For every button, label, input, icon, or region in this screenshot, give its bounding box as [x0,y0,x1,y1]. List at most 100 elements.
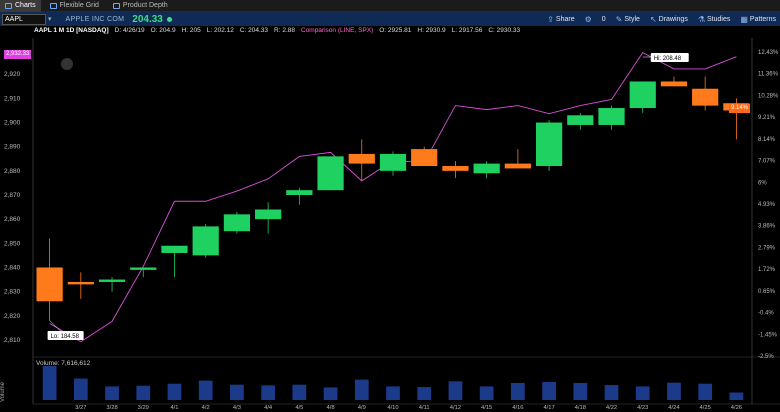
style-label: Style [624,15,640,23]
zero-button[interactable]: 0 [602,16,606,23]
info-comparison: Comparison (LINE, SPX) [301,27,374,34]
volume-bar [667,382,681,400]
x-axis-tick: 4/10 [387,405,398,411]
tab-charts[interactable]: Charts [0,0,41,12]
share-button[interactable]: ⇪ Share [547,15,574,24]
x-axis-tick: 4/23 [637,405,648,411]
x-axis-tick: 4/15 [481,405,492,411]
right-axis-tick: -1.45% [758,332,778,338]
candle-body [348,153,375,164]
right-axis-tick: 0.65% [758,289,776,295]
tab-label: Flexible Grid [59,2,99,9]
right-axis-tick: -0.4% [758,311,774,317]
left-axis-tick: 2,850 [4,240,21,247]
x-axis-tick: 3/28 [106,405,117,411]
x-axis-tick: 4/5 [295,405,303,411]
volume-bar [198,380,213,400]
left-axis-tick: 2,900 [4,120,21,127]
x-axis-tick: 4/8 [327,405,335,411]
volume-bar [136,385,151,400]
x-axis-tick: 4/17 [543,405,554,411]
left-axis-tick: 2,820 [4,313,21,320]
candle-body [504,163,531,169]
comparison-price-tag: 2,932.33 [4,50,32,59]
candle-body [598,108,625,125]
grid-icon [49,2,57,9]
gear-button[interactable]: ⚙ [585,15,592,24]
zero-label: 0 [601,15,606,23]
candle-body [535,122,563,167]
candle-body [98,279,126,282]
volume-bar [167,383,182,400]
info-low: L: 202.12 [206,27,234,34]
style-button[interactable]: ✎ Style [616,15,640,24]
info-close: C: 204.33 [239,27,269,34]
chevron-down-icon[interactable]: ▾ [48,15,52,23]
x-axis-tick: 4/2 [202,405,210,411]
candle-body [317,156,344,191]
low-callout-box [47,331,84,340]
chart-toolbar: AAPL ▾ APPLE INC COM 204.33 ⇪ Share ⚙ 0 ✎… [0,12,780,26]
share-label: Share [555,15,575,23]
left-axis-tick: 2,840 [4,264,21,271]
x-axis-tick: 3/27 [75,405,86,411]
candle-body [473,163,500,174]
candle-body [36,267,63,302]
x-axis-tick: 4/12 [450,405,461,411]
x-axis-tick: 4/22 [606,405,617,411]
left-axis-tick: 2,890 [4,144,21,151]
x-axis-tick: 4/3 [233,405,241,411]
volume-bar [292,384,307,400]
share-icon: ⇪ [547,14,554,24]
last-percent-tag: 9.14% [728,104,750,113]
high-callout-box [650,53,689,62]
volume-bar [42,366,57,400]
candle-body [255,209,282,220]
candle-body [67,281,94,285]
x-axis-tick: 4/25 [700,405,711,411]
apple-logo-icon [61,58,73,70]
symbol-input[interactable]: AAPL [2,13,46,25]
drawings-label: Drawings [658,15,688,23]
right-axis-tick: -2.5% [758,354,774,360]
chart-info-bar: AAPL 1 M 1D [NASDAQ] D: 4/26/19 O: 204.9… [34,27,520,37]
company-name: APPLE INC COM [65,15,125,23]
right-axis-tick: 12.43% [758,50,779,56]
tab-label: Charts [15,2,36,9]
volume-bar [105,386,119,400]
gear-icon: ⚙ [584,14,592,24]
volume-bar [479,386,494,400]
right-axis-tick: 10.28% [758,93,779,99]
info-cmp-high: H: 2930.9 [417,27,446,34]
style-icon: ✎ [615,14,623,24]
status-dot-icon [166,16,172,22]
info-cmp-open: O: 2925.81 [379,27,412,34]
studies-button[interactable]: ⚗ Studies [698,15,731,24]
tab-product-depth[interactable]: Product Depth [108,0,173,12]
volume-bar [386,386,400,400]
chart-icon [5,2,12,9]
right-axis-tick: 6% [758,180,767,186]
candle-body [379,153,407,171]
price-chart[interactable]: 2,920 2,910 2,900 2,890 2,880 2,870 2,860 2,850… [0,0,780,412]
left-axis-tick: 2,870 [4,192,21,199]
info-cmp-close: C: 2930.33 [488,27,521,34]
candle-body [692,88,719,106]
x-axis-tick: 4/18 [575,405,586,411]
volume-bar [230,384,244,400]
candle-body [223,214,251,232]
tab-flexible-grid[interactable]: Flexible Grid [45,0,104,12]
right-axis-tick: 4.93% [758,202,776,208]
low-callout-line [49,320,62,333]
patterns-icon: ▦ [740,14,748,24]
candle-body [442,166,469,171]
left-axis-tick: 2,910 [4,95,21,102]
tab-label: Product Depth [122,2,168,9]
patterns-button[interactable]: ▦ Patterns [740,15,776,24]
volume-bar [604,385,619,400]
drawings-button[interactable]: ↖ Drawings [650,15,688,24]
info-range: R: 2.88 [274,27,295,34]
x-axis-tick: 4/4 [264,405,273,411]
x-axis-tick: 4/16 [512,405,523,411]
x-axis-tick: 4/11 [419,405,430,411]
